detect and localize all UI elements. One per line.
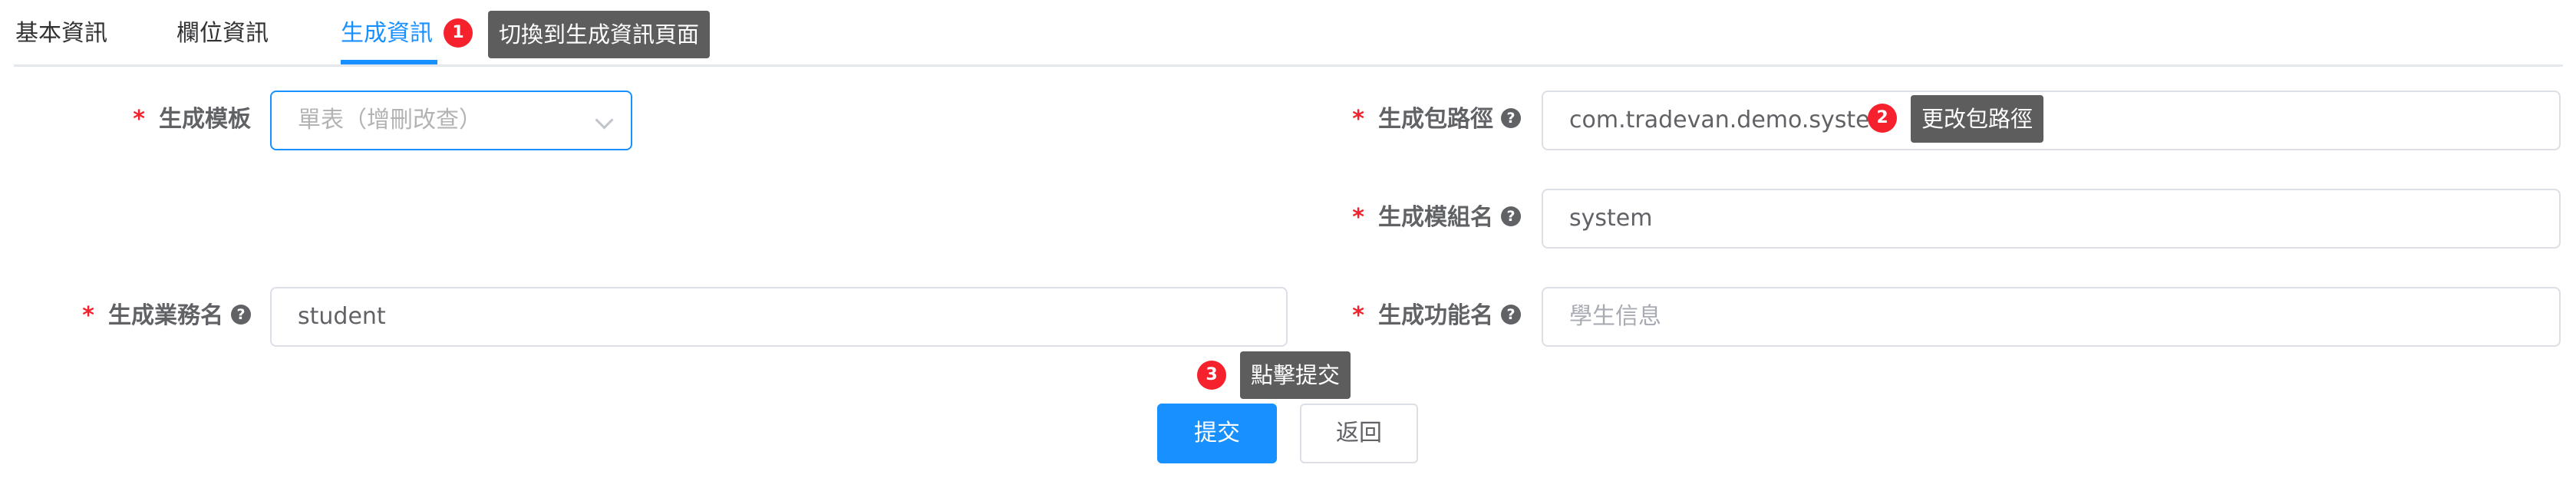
package-label: * 生成包路徑?	[1352, 89, 1521, 150]
tab-field-info[interactable]: 欄位資訊	[176, 14, 269, 48]
template-label-text: 生成模板	[159, 106, 251, 133]
module-name-value: system	[1569, 205, 1653, 232]
template-label: * 生成模板	[133, 89, 251, 150]
active-tab-indicator	[341, 60, 437, 64]
required-mark: *	[1352, 302, 1364, 329]
step-1-tooltip: 切換到生成資訊頁面	[488, 11, 711, 58]
back-button[interactable]: 返回	[1300, 404, 1418, 463]
question-icon[interactable]: ?	[1501, 304, 1521, 325]
step-2-marker: 2	[1868, 104, 1897, 133]
tab-basic-info[interactable]: 基本資訊	[15, 14, 107, 48]
module-name-input[interactable]: system	[1542, 189, 2561, 249]
package-path-input[interactable]: com.tradevan.demo.system	[1542, 91, 2561, 150]
question-icon[interactable]: ?	[231, 304, 251, 325]
business-name-value: student	[298, 303, 386, 330]
chevron-down-icon	[595, 110, 614, 130]
step-3-tooltip: 點擊提交	[1240, 351, 1351, 399]
function-label: * 生成功能名?	[1352, 285, 1521, 347]
business-name-input[interactable]: student	[270, 287, 1288, 347]
step-2-tooltip: 更改包路徑	[1911, 95, 2044, 143]
package-path-value: com.tradevan.demo.system	[1569, 107, 1892, 133]
function-name-placeholder: 學生信息	[1569, 303, 1661, 330]
tab-generate-info[interactable]: 生成資訊	[341, 14, 433, 48]
package-label-text: 生成包路徑	[1378, 106, 1493, 133]
required-mark: *	[1352, 204, 1364, 231]
template-select-value: 單表（增刪改查）	[298, 107, 482, 133]
module-label: * 生成模組名?	[1352, 187, 1521, 249]
module-label-text: 生成模組名	[1378, 204, 1493, 231]
function-name-input[interactable]: 學生信息	[1542, 287, 2561, 347]
step-1-marker: 1	[444, 18, 473, 48]
template-select[interactable]: 單表（增刪改查）	[270, 91, 632, 150]
required-mark: *	[133, 106, 145, 133]
function-label-text: 生成功能名	[1378, 302, 1493, 329]
question-icon[interactable]: ?	[1501, 107, 1521, 128]
submit-button[interactable]: 提交	[1157, 404, 1277, 463]
question-icon[interactable]: ?	[1501, 206, 1521, 226]
business-label-text: 生成業務名	[108, 302, 223, 329]
required-mark: *	[82, 302, 94, 329]
required-mark: *	[1352, 106, 1364, 133]
tab-bar: 基本資訊 欄位資訊 生成資訊	[14, 0, 2563, 67]
step-3-marker: 3	[1197, 361, 1226, 390]
business-label: * 生成業務名?	[82, 285, 251, 347]
